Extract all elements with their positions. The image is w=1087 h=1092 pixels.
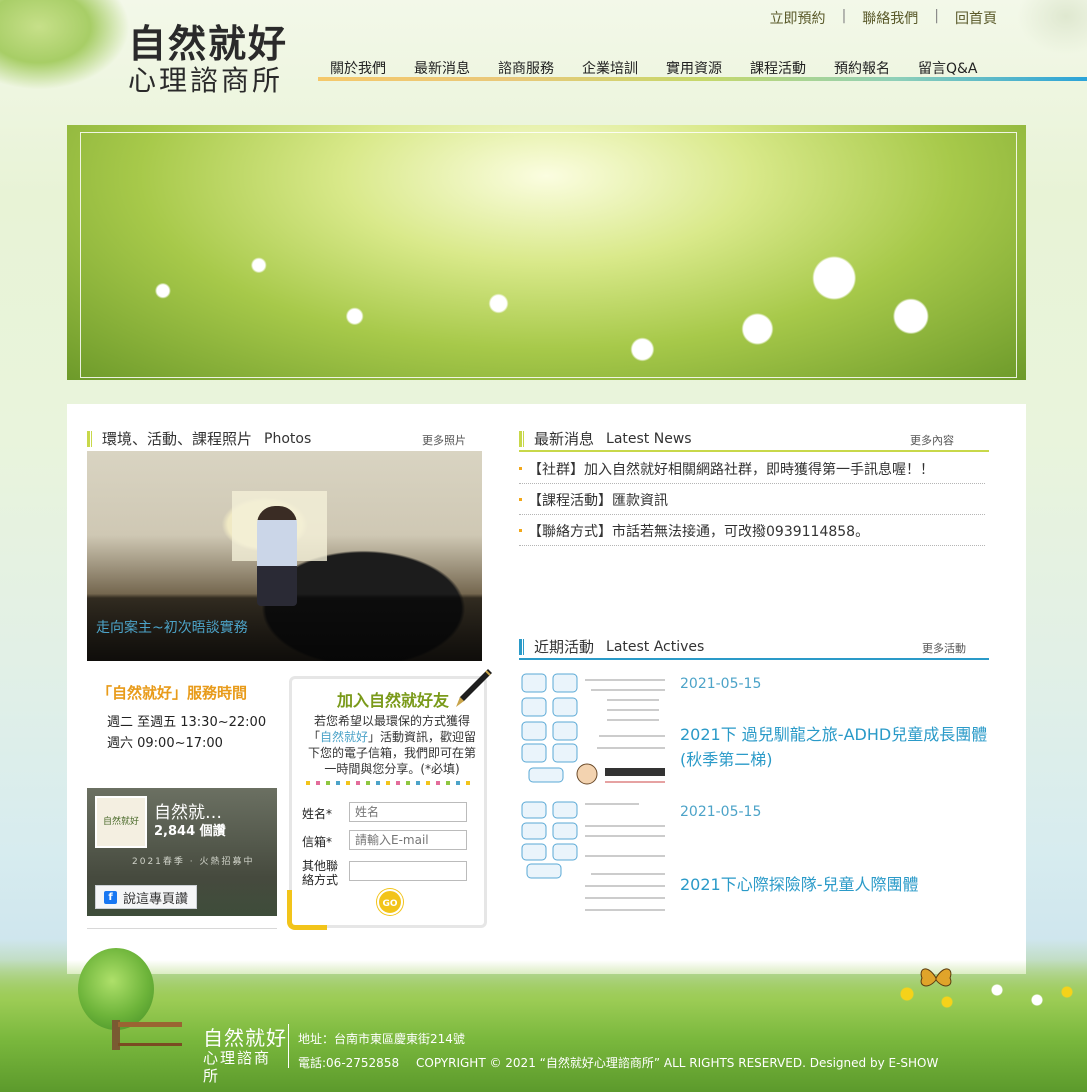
bullet-icon (519, 529, 522, 532)
news-title-en: Latest News (606, 430, 692, 447)
news-item[interactable]: 【聯絡方式】市話若無法接通，可改撥0939114858。 (519, 516, 985, 546)
nav-news[interactable]: 最新消息 (414, 58, 470, 78)
banner-frame (80, 132, 1017, 378)
email-input[interactable] (349, 830, 467, 850)
more-photos-link[interactable]: 更多照片 (422, 432, 466, 448)
activity-title[interactable]: 2021下 過兒馴龍之旅-ADHD兒童成長團體(秋季第二梯) (680, 722, 990, 772)
footer-address: 地址：台南市東區慶東街214號 (298, 1032, 465, 1046)
nav-resources[interactable]: 實用資源 (666, 58, 722, 78)
signup-title: 加入自然就好友 (337, 691, 450, 710)
photo-slide[interactable]: 走向案主~初次晤談實務 (87, 451, 482, 661)
footer-logo-line1: 自然就好 (203, 1026, 287, 1050)
more-activities-link[interactable]: 更多活動 (922, 640, 966, 656)
box-corner-accent (287, 890, 327, 930)
activity-title[interactable]: 2021下心際探險隊-兒童人際團體 (680, 872, 990, 897)
photos-section-title: 環境、活動、課程照片 Photos (87, 428, 311, 449)
site-logo[interactable]: 自然就好 心理諮商所 (128, 22, 288, 102)
footer-copyright: COPYRIGHT © 2021 “自然就好心理諮商所” ALL RIGHTS … (416, 1056, 939, 1070)
name-label: 姓名* (302, 807, 333, 821)
service-hours-saturday: 週六 09:00~17:00 (107, 736, 223, 751)
news-title: 最新消息 (534, 430, 595, 448)
toplink-contact[interactable]: 聯絡我們 (862, 8, 918, 28)
flowers-decoration (887, 978, 1087, 1018)
news-item-text[interactable]: 【聯絡方式】市話若無法接通，可改撥0939114858。 (528, 521, 869, 541)
footer-logo: 自然就好 心理諮商所 (203, 1027, 287, 1085)
activity-date: 2021-05-15 (680, 804, 762, 820)
facebook-page-thumbnail[interactable]: 自然就好 (95, 796, 147, 848)
photo-caption[interactable]: 走向案主~初次晤談實務 (96, 617, 248, 637)
facebook-like-label: 說這專頁讚 (123, 891, 189, 907)
facebook-like-button[interactable]: f 說這專頁讚 (95, 885, 198, 909)
more-news-link[interactable]: 更多內容 (910, 432, 954, 448)
divider (87, 928, 277, 929)
toplink-separator: | (841, 8, 847, 24)
news-item-text[interactable]: 【課程活動】匯款資訊 (528, 490, 668, 510)
facebook-cover-tagline: 2021春季 · 火熱招募中 (132, 857, 255, 867)
activities-underline (519, 658, 989, 660)
bullet-icon (519, 498, 522, 501)
activities-section-title: 近期活動 Latest Actives (519, 636, 704, 657)
footer-divider (288, 1024, 289, 1068)
news-section-title: 最新消息 Latest News (519, 428, 692, 449)
bullet-icon (519, 467, 522, 470)
calendar-flyer-image (521, 801, 665, 911)
photos-title-en: Photos (264, 430, 312, 447)
title-bar-icon (519, 430, 524, 447)
facebook-icon: f (104, 890, 117, 904)
toplink-book-now[interactable]: 立即預約 (770, 8, 826, 28)
facebook-page-widget[interactable]: 自然就好 自然就… 2,844 個讚 2021春季 · 火熱招募中 f 說這專頁… (87, 788, 277, 916)
bench-decoration (118, 1022, 182, 1046)
facebook-like-count: 2,844 個讚 (154, 824, 226, 839)
logo-line2: 心理諮商所 (128, 64, 284, 97)
nav-about[interactable]: 關於我們 (330, 58, 386, 78)
leaf-decoration-right (1017, 0, 1087, 55)
title-bar-icon (519, 638, 524, 655)
other-contact-label: 其他聯絡方式 (302, 859, 339, 887)
service-hours-weekday: 週二 至週五 13:30~22:00 (107, 715, 267, 730)
footer-logo-line2: 心理諮商所 (203, 1049, 272, 1085)
name-input[interactable] (349, 802, 467, 822)
activity-thumbnail[interactable] (519, 798, 669, 916)
nav-courses[interactable]: 課程活動 (750, 58, 806, 78)
toplink-home[interactable]: 回首頁 (955, 8, 997, 28)
title-bar-icon (87, 430, 92, 447)
news-underline (519, 450, 989, 452)
fountain-pen-icon (456, 669, 492, 707)
nav-qa[interactable]: 留言Q&A (918, 58, 978, 78)
leaf-decoration (0, 0, 130, 90)
butterfly-icon (920, 968, 952, 987)
email-label: 信箱* (302, 835, 333, 849)
nav-counseling[interactable]: 諮商服務 (498, 58, 554, 78)
calendar-flyer-image (521, 673, 665, 785)
signup-desc-highlight: 自然就好 (319, 730, 368, 744)
logo-line1: 自然就好 (128, 21, 289, 66)
newsletter-signup-box: 加入自然就好友 若您希望以最環保的方式獲得「自然就好」活動資訊，歡迎留下您的電子… (287, 669, 492, 930)
nav-booking[interactable]: 預約報名 (834, 58, 890, 78)
tree-decoration (78, 948, 154, 1030)
main-nav: 關於我們 最新消息 諮商服務 企業培訓 實用資源 課程活動 預約報名 留言Q&A (330, 58, 1006, 78)
toplink-separator: | (934, 8, 939, 24)
footer-phone: 電話:06-2752858 (298, 1056, 400, 1070)
top-links: 立即預約 | 聯絡我們 | 回首頁 (770, 8, 997, 28)
activity-thumbnail[interactable] (519, 670, 669, 788)
activities-title-en: Latest Actives (606, 638, 705, 655)
hero-banner (67, 125, 1026, 380)
photos-title: 環境、活動、課程照片 (102, 430, 253, 448)
activity-date: 2021-05-15 (680, 676, 762, 692)
submit-go-button[interactable]: GO (377, 889, 403, 915)
signup-description: 若您希望以最環保的方式獲得「自然就好」活動資訊，歡迎留下您的電子信箱，我們即可在… (306, 713, 478, 777)
nav-training[interactable]: 企業培訓 (582, 58, 638, 78)
service-hours-title: 「自然就好」服務時間 (97, 684, 248, 702)
news-item-text[interactable]: 【社群】加入自然就好相關網路社群，即時獲得第一手訊息喔！！ (528, 459, 934, 479)
news-item[interactable]: 【社群】加入自然就好相關網路社群，即時獲得第一手訊息喔！！ (519, 454, 985, 484)
content-panel: 環境、活動、課程照片 Photos 更多照片 走向案主~初次晤談實務 「自然就好… (67, 404, 1026, 974)
news-item[interactable]: 【課程活動】匯款資訊 (519, 485, 985, 515)
nav-underline (318, 77, 1087, 81)
activities-title: 近期活動 (534, 638, 595, 656)
dotted-divider (306, 781, 476, 785)
other-contact-input[interactable] (349, 861, 467, 881)
speaker-figure (257, 506, 297, 606)
